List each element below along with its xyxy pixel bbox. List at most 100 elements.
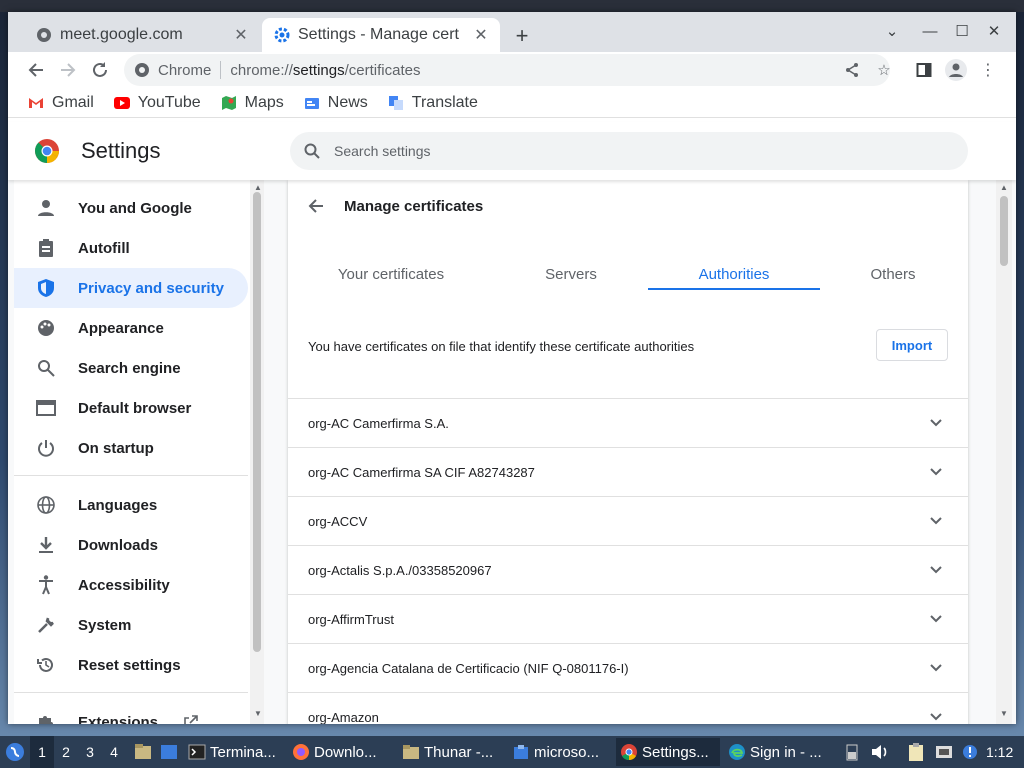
chevron-down-icon[interactable] (924, 656, 948, 680)
bookmark-gmail[interactable]: Gmail (28, 94, 94, 112)
address-bar[interactable]: Chrome chrome://settings/certificates ☆ (124, 54, 891, 86)
list-item[interactable]: org-ACCV (288, 496, 968, 545)
bookmark-star-icon[interactable]: ☆ (872, 58, 896, 82)
search-input[interactable] (334, 143, 934, 159)
taskbar-item-settings[interactable]: Settings... (616, 738, 720, 766)
list-item[interactable]: org-AC Camerfirma S.A. (288, 398, 968, 447)
notification-icon[interactable] (958, 740, 982, 764)
settings-sidebar: You and Google Autofill Privacy and secu… (14, 180, 250, 724)
profile-avatar-icon[interactable] (942, 56, 970, 84)
scrollbar-thumb[interactable] (253, 192, 261, 652)
close-icon[interactable]: ✕ (230, 24, 252, 46)
workspace-1[interactable]: 1 (30, 736, 54, 768)
bookmark-maps[interactable]: Maps (221, 94, 284, 112)
desktop-launcher-icon[interactable] (158, 741, 180, 763)
forward-arrow-icon[interactable] (54, 56, 82, 84)
scrollbar-thumb[interactable] (1000, 196, 1008, 266)
sidebar-item-privacy[interactable]: Privacy and security (14, 268, 248, 308)
sidebar-scrollbar[interactable]: ▲ ▼ (250, 180, 264, 724)
taskbar-item-terminal[interactable]: Termina... (184, 738, 284, 766)
sidebar-item-accessibility[interactable]: Accessibility (14, 565, 248, 605)
bookmark-youtube[interactable]: YouTube (113, 94, 201, 112)
main-scrollbar[interactable]: ▲ ▼ (996, 180, 1012, 724)
sidebar-item-extensions[interactable]: Extensions (14, 702, 248, 724)
sidebar-item-autofill[interactable]: Autofill (14, 228, 248, 268)
gear-icon (274, 27, 290, 43)
tab-meet[interactable]: meet.google.com ✕ (24, 18, 260, 52)
side-panel-icon[interactable] (910, 56, 938, 84)
sidebar-item-search-engine[interactable]: Search engine (14, 348, 248, 388)
settings-search[interactable] (290, 132, 968, 170)
scroll-up-icon[interactable]: ▲ (254, 184, 262, 192)
settings-content: You and Google Autofill Privacy and secu… (8, 180, 1016, 724)
network-icon[interactable] (932, 740, 956, 764)
omnibox-url: chrome://settings/certificates (230, 62, 420, 79)
tab-servers[interactable]: Servers (488, 248, 654, 300)
list-item[interactable]: org-Agencia Catalana de Certificacio (NI… (288, 643, 968, 692)
tab-your-certificates[interactable]: Your certificates (308, 248, 474, 300)
back-arrow-icon[interactable] (302, 192, 330, 220)
file-manager-launcher-icon[interactable] (132, 741, 154, 763)
sidebar-item-you-and-google[interactable]: You and Google (14, 188, 248, 228)
maximize-icon[interactable]: ☐ (946, 18, 978, 44)
clock[interactable]: 1:12 (986, 744, 1013, 760)
close-icon[interactable]: ✕ (470, 24, 492, 46)
chevron-down-icon[interactable] (924, 460, 948, 484)
chevron-down-icon[interactable] (924, 411, 948, 435)
taskbar-item-microsoft[interactable]: microso... (508, 738, 612, 766)
sidebar-item-default-browser[interactable]: Default browser (14, 388, 248, 428)
bookmark-translate[interactable]: Translate (388, 94, 478, 112)
sidebar-item-label: Appearance (78, 319, 164, 337)
sidebar-item-system[interactable]: System (14, 605, 248, 645)
workspace-4[interactable]: 4 (102, 736, 126, 768)
list-item[interactable]: org-Amazon (288, 692, 968, 724)
sidebar-divider (14, 692, 248, 693)
close-window-icon[interactable]: ✕ (978, 18, 1010, 44)
import-button[interactable]: Import (876, 329, 948, 361)
reload-icon[interactable] (86, 56, 114, 84)
workspace-2[interactable]: 2 (54, 736, 78, 768)
taskbar-item-edge[interactable]: Sign in - ... (724, 738, 828, 766)
sidebar-item-reset-settings[interactable]: Reset settings (14, 645, 248, 685)
tab-others[interactable]: Others (818, 248, 968, 300)
chevron-down-icon[interactable] (924, 705, 948, 724)
tab-search-icon[interactable]: ⌄ (876, 18, 908, 44)
clipboard-icon[interactable] (904, 740, 928, 764)
tab-settings[interactable]: Settings - Manage cert ✕ (262, 18, 500, 52)
chevron-down-icon[interactable] (924, 509, 948, 533)
scroll-down-icon[interactable]: ▼ (1000, 710, 1008, 718)
list-item[interactable]: org-Actalis S.p.A./03358520967 (288, 545, 968, 594)
back-arrow-icon[interactable] (22, 56, 50, 84)
certificate-name: org-AffirmTrust (308, 611, 394, 627)
news-icon (304, 95, 320, 111)
start-menu-icon[interactable] (0, 736, 30, 768)
folder-icon (402, 743, 420, 761)
omnibox-site-label: Chrome (158, 61, 212, 79)
menu-dots-icon[interactable]: ⋮ (974, 56, 1002, 84)
scroll-down-icon[interactable]: ▼ (254, 710, 262, 718)
list-item[interactable]: org-AC Camerfirma SA CIF A82743287 (288, 447, 968, 496)
scroll-up-icon[interactable]: ▲ (1000, 184, 1008, 192)
taskbar-item-thunar[interactable]: Thunar -... (398, 738, 504, 766)
taskbar-item-firefox[interactable]: Downlo... (288, 738, 394, 766)
battery-icon[interactable] (840, 740, 864, 764)
sidebar-item-languages[interactable]: Languages (14, 485, 248, 525)
card-header: Manage certificates (288, 180, 968, 232)
chevron-down-icon[interactable] (924, 558, 948, 582)
sidebar-item-on-startup[interactable]: On startup (14, 428, 248, 468)
new-tab-button[interactable]: + (508, 22, 536, 50)
sidebar-item-label: You and Google (78, 199, 192, 217)
share-icon[interactable] (840, 58, 864, 82)
tab-authorities[interactable]: Authorities (648, 248, 820, 300)
workspace-3[interactable]: 3 (78, 736, 102, 768)
sidebar-item-downloads[interactable]: Downloads (14, 525, 248, 565)
translate-icon (388, 95, 404, 111)
minimize-icon[interactable]: — (914, 18, 946, 44)
list-item[interactable]: org-AffirmTrust (288, 594, 968, 643)
task-label: Sign in - ... (750, 743, 822, 761)
chevron-down-icon[interactable] (924, 607, 948, 631)
bookmark-news[interactable]: News (304, 94, 368, 112)
puzzle-icon (34, 710, 58, 724)
volume-icon[interactable] (868, 740, 892, 764)
sidebar-item-appearance[interactable]: Appearance (14, 308, 248, 348)
